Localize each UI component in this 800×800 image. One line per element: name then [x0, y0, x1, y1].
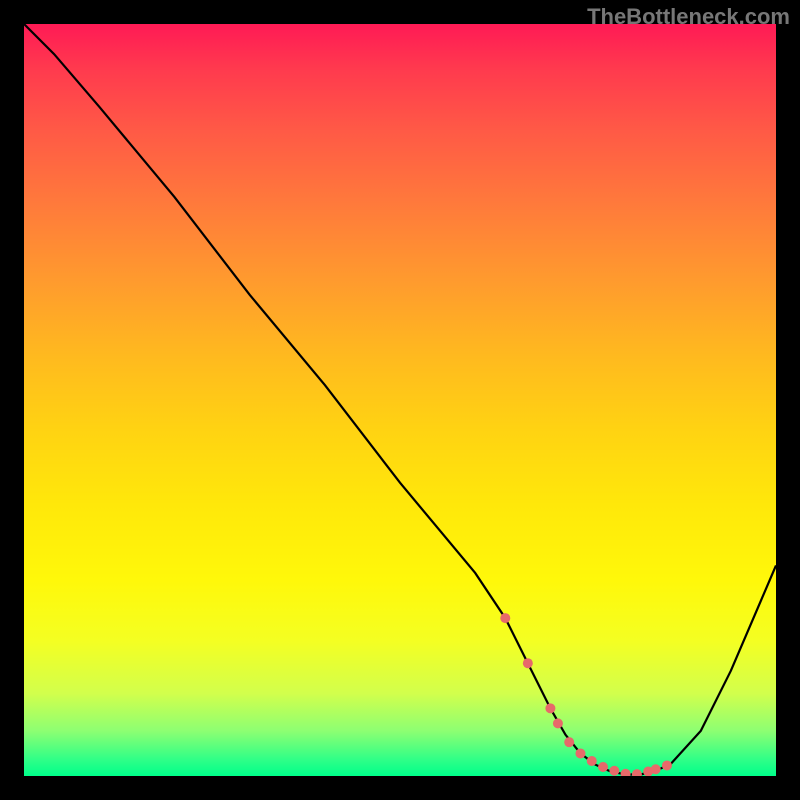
chart-frame: TheBottleneck.com [0, 0, 800, 800]
watermark-text: TheBottleneck.com [587, 4, 790, 30]
chart-plot-area [24, 24, 776, 776]
chart-marker [545, 703, 555, 713]
chart-marker [575, 748, 585, 758]
chart-curve [24, 24, 776, 775]
chart-marker [587, 756, 597, 766]
chart-marker [553, 718, 563, 728]
chart-marker [500, 613, 510, 623]
chart-marker [632, 769, 642, 776]
chart-marker [621, 769, 631, 776]
chart-marker [609, 766, 619, 776]
chart-marker [598, 762, 608, 772]
chart-svg [24, 24, 776, 776]
chart-marker [523, 658, 533, 668]
chart-marker [651, 764, 661, 774]
chart-marker [564, 737, 574, 747]
chart-markers [500, 613, 672, 776]
chart-marker [662, 760, 672, 770]
